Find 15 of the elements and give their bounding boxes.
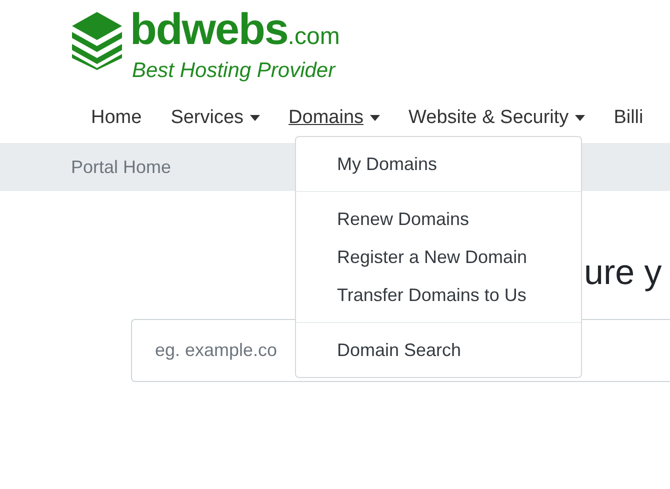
menu-item[interactable]: Renew Domains	[296, 200, 581, 238]
nav-link[interactable]: Website & Security	[408, 107, 585, 129]
logo-tagline: Best Hosting Provider	[132, 59, 337, 83]
menu-item[interactable]: My Domains	[296, 145, 581, 183]
nav-link[interactable]: Home	[91, 107, 142, 129]
nav-link[interactable]: Billi	[614, 107, 644, 129]
logo-wordmark: bdwebs.com	[130, 8, 340, 56]
menu-item[interactable]: Register a New Domain	[296, 238, 581, 276]
nav-link[interactable]: Domains	[288, 107, 380, 129]
stacked-layers-icon	[70, 10, 124, 70]
nav-link[interactable]: Services	[170, 107, 260, 129]
menu-item[interactable]: Domain Search	[296, 331, 581, 369]
menu-item[interactable]: Transfer Domains to Us	[296, 276, 581, 314]
headline: ure y	[584, 253, 662, 292]
breadcrumb-link[interactable]: Portal Home	[71, 156, 172, 178]
